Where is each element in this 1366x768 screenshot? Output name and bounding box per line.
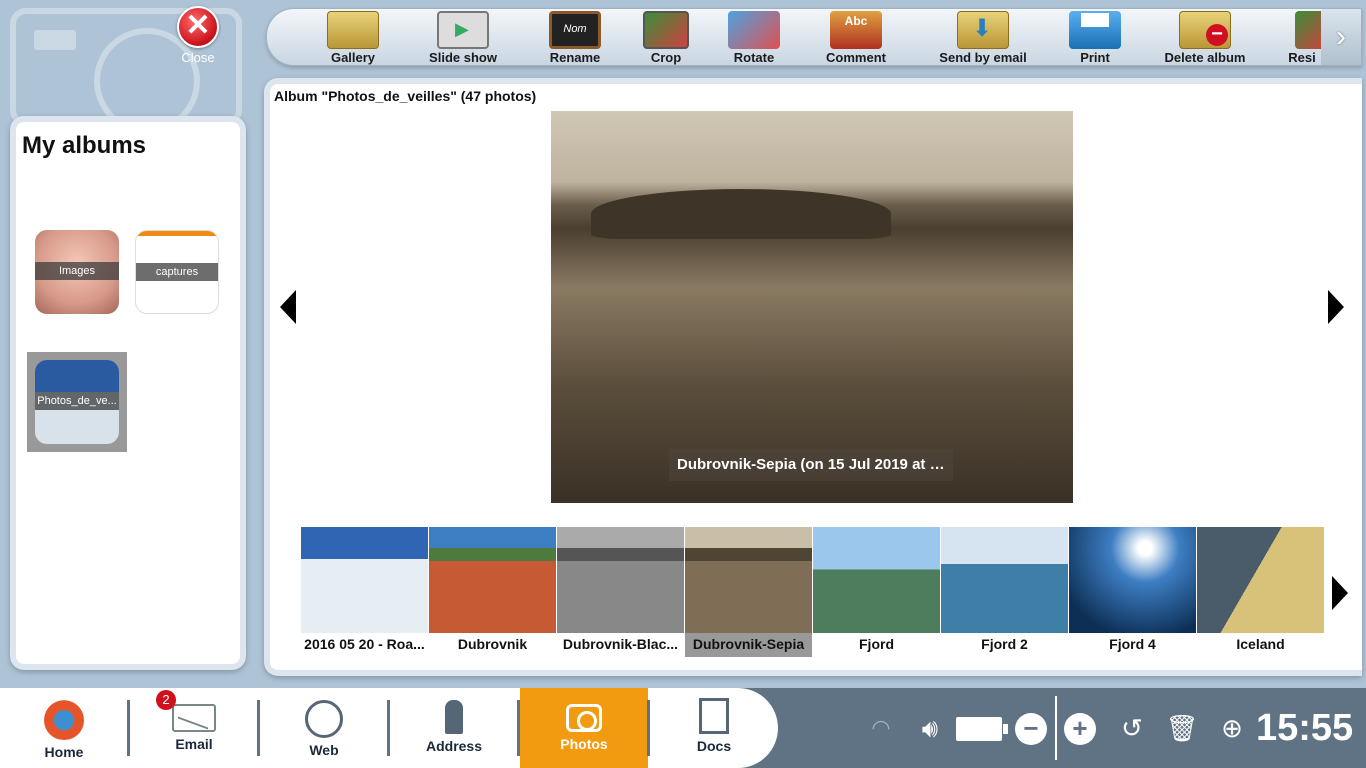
rotate-icon	[728, 11, 780, 49]
album-label: Images	[35, 262, 119, 280]
volume-down-button[interactable]: −	[1015, 713, 1047, 745]
album-viewer: Album "Photos_de_veilles" (47 photos) Du…	[264, 78, 1362, 676]
print-button[interactable]: Print	[1063, 9, 1127, 65]
close-button[interactable]: ✕ Close	[174, 6, 222, 66]
album-photos-de-veilles[interactable]: Photos_de_ve...	[35, 360, 119, 444]
slideshow-button[interactable]: Slide show	[419, 9, 507, 65]
email-icon: 2	[156, 690, 216, 732]
rename-button[interactable]: Nom Rename	[539, 9, 611, 65]
gallery-icon	[327, 11, 379, 49]
rename-icon: Nom	[549, 11, 601, 49]
address-book-icon	[445, 700, 463, 734]
thumbnail-name: Iceland	[1236, 636, 1285, 652]
photo-toolbar: Gallery Slide show Nom Rename Crop Rotat…	[266, 8, 1362, 66]
thumbnail[interactable]: Fjord 2	[941, 527, 1068, 657]
globe-icon	[305, 700, 343, 738]
album-images[interactable]: Images	[35, 230, 119, 314]
wifi-icon[interactable]: ◠	[862, 688, 900, 768]
crop-icon	[643, 11, 689, 49]
thumbnail[interactable]: 2016 05 20 - Roa...	[301, 527, 428, 657]
delete-album-button[interactable]: Delete album	[1155, 9, 1255, 65]
thumbnail-name: Dubrovnik-Sepia	[685, 633, 812, 657]
clock: 15:55	[1256, 707, 1354, 749]
comment-icon: Abc	[830, 11, 882, 49]
thumbnail[interactable]: Fjord 4	[1069, 527, 1196, 657]
album-captures[interactable]: captures	[135, 230, 219, 314]
documents-icon	[699, 698, 729, 734]
close-label: Close	[181, 50, 215, 65]
comment-button[interactable]: Abc Comment	[817, 9, 895, 65]
volume-up-button[interactable]: +	[1064, 713, 1096, 745]
previous-photo-icon[interactable]	[280, 290, 296, 324]
home-icon	[42, 696, 86, 740]
thumbnail[interactable]: Fjord	[813, 527, 940, 657]
volume-icon[interactable]: 🔊︎	[910, 688, 950, 768]
slideshow-icon	[437, 11, 489, 49]
thumbnail-name: Dubrovnik-Blac...	[562, 636, 679, 652]
help-lifebuoy-icon[interactable]: ⊕	[1210, 688, 1254, 768]
thumbnail[interactable]: Dubrovnik	[429, 527, 556, 657]
resize-icon	[1295, 11, 1323, 49]
gallery-button[interactable]: Gallery	[317, 9, 389, 65]
print-icon	[1069, 11, 1121, 49]
thumbnail-strip: 2016 05 20 - Roa... Dubrovnik Dubrovnik-…	[301, 527, 1325, 657]
app-docs[interactable]: Docs	[650, 688, 778, 768]
app-dock: Home 2 Email Web Address Photos Docs	[0, 688, 778, 768]
albums-title: My albums	[22, 132, 147, 159]
thumbnail-name: Fjord 4	[1109, 636, 1156, 652]
send-email-icon	[957, 11, 1009, 49]
email-unread-badge: 2	[156, 690, 176, 710]
undo-icon[interactable]: ↺	[1112, 688, 1152, 768]
thumbnail[interactable]: Dubrovnik-Blac...	[557, 527, 684, 657]
app-email[interactable]: 2 Email	[130, 688, 258, 768]
next-photo-icon[interactable]	[1328, 290, 1344, 324]
album-header: Album "Photos_de_veilles" (47 photos)	[274, 88, 537, 104]
albums-panel: My albums Images captures Photos_de_ve..…	[10, 116, 246, 670]
thumbnail-name: Fjord 2	[981, 636, 1028, 652]
thumbnail-selected[interactable]: Dubrovnik-Sepia	[685, 527, 812, 657]
thumbnail-name: 2016 05 20 - Roa...	[304, 636, 425, 652]
tray-divider	[1055, 696, 1057, 760]
app-photos[interactable]: Photos	[520, 688, 648, 768]
thumbnail[interactable]: Iceland	[1197, 527, 1324, 657]
main-photo[interactable]: Dubrovnik-Sepia (on 15 Jul 2019 at 1...	[551, 111, 1073, 503]
album-label: Photos_de_ve...	[35, 392, 119, 410]
resize-button[interactable]: Resi	[1281, 9, 1323, 65]
taskbar: Home 2 Email Web Address Photos Docs ◠ 🔊…	[0, 688, 1366, 768]
app-address[interactable]: Address	[390, 688, 518, 768]
photo-island	[591, 189, 891, 239]
thumbnail-name: Fjord	[859, 636, 894, 652]
close-icon: ✕	[177, 6, 219, 48]
app-home[interactable]: Home	[0, 688, 128, 768]
battery-icon	[956, 717, 1008, 741]
crop-button[interactable]: Crop	[633, 9, 699, 65]
app-web[interactable]: Web	[260, 688, 388, 768]
rotate-button[interactable]: Rotate	[719, 9, 789, 65]
camera-icon	[566, 704, 602, 732]
trash-icon[interactable]: 🗑︎	[1162, 688, 1202, 768]
album-label: captures	[136, 263, 218, 281]
delete-album-icon	[1179, 11, 1231, 49]
thumbnails-next-icon[interactable]	[1332, 576, 1348, 610]
send-by-email-button[interactable]: Send by email	[931, 9, 1035, 65]
photo-caption: Dubrovnik-Sepia (on 15 Jul 2019 at 1...	[669, 449, 953, 481]
toolbar-next-icon[interactable]: ›	[1321, 9, 1361, 65]
thumbnail-name: Dubrovnik	[457, 636, 528, 652]
